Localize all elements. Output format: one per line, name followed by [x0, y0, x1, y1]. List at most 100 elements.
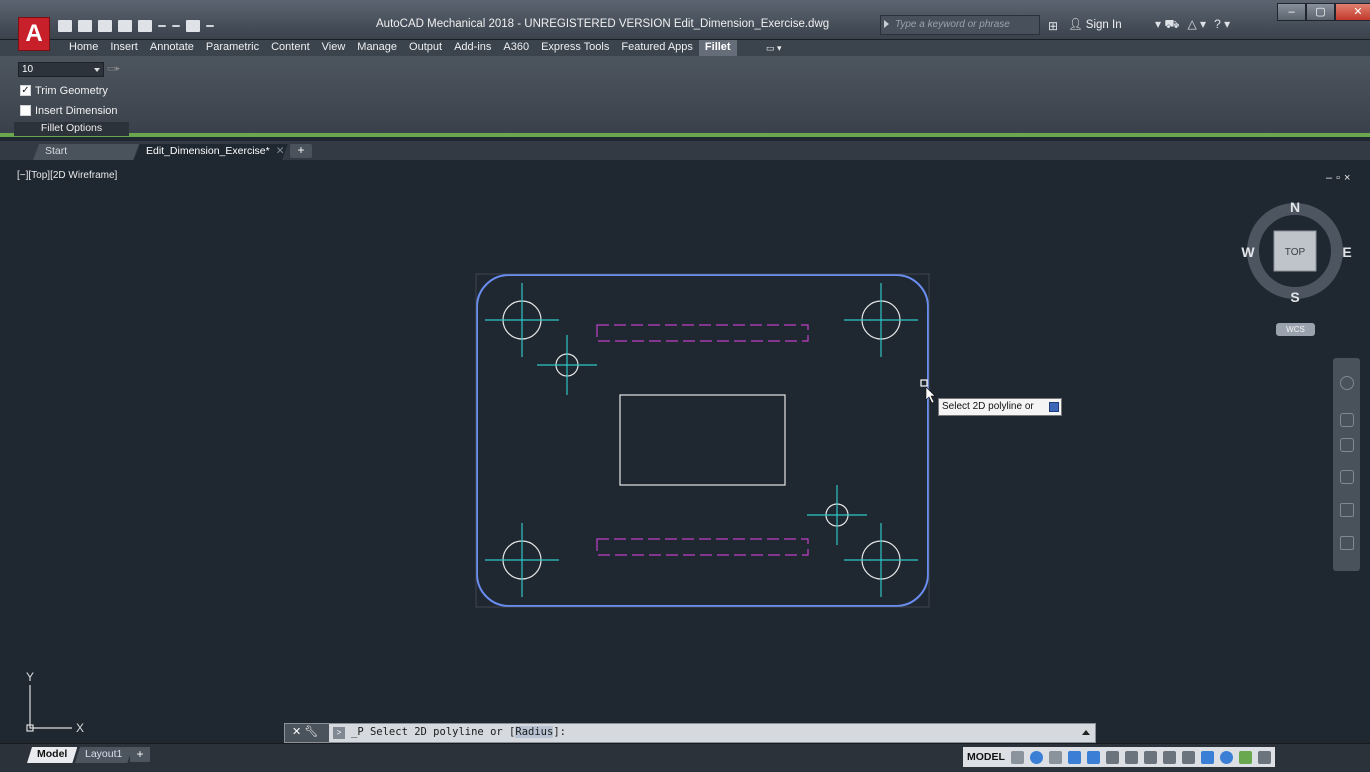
- compass-east[interactable]: E: [1342, 244, 1351, 260]
- tab-model[interactable]: Model: [27, 747, 77, 763]
- undo-icon[interactable]: [158, 25, 166, 27]
- binoculars-icon[interactable]: ⊞: [1048, 19, 1058, 33]
- command-line[interactable]: ✕ 🔧︎ > _P Select 2D polyline or [Radius]…: [284, 723, 1096, 743]
- application-menu-button[interactable]: A: [18, 17, 50, 51]
- snap-icon[interactable]: [1029, 750, 1043, 764]
- tab-express-tools[interactable]: Express Tools: [535, 40, 615, 56]
- insert-dimension-checkbox[interactable]: [20, 105, 31, 116]
- redo-icon[interactable]: [172, 25, 180, 27]
- search-input[interactable]: Type a keyword or phrase: [880, 15, 1040, 35]
- polar-tracking-icon[interactable]: [1067, 750, 1081, 764]
- tooltip-options-button[interactable]: [1049, 402, 1059, 412]
- grid-icon[interactable]: [1010, 750, 1024, 764]
- window-title: AutoCAD Mechanical 2018 - UNREGISTERED V…: [376, 18, 830, 30]
- tab-layout1[interactable]: Layout1: [75, 747, 132, 763]
- tab-start[interactable]: Start: [33, 144, 139, 160]
- close-icon[interactable]: ✕: [276, 145, 285, 157]
- close-icon[interactable]: ✕: [292, 726, 301, 738]
- help-icon[interactable]: ? ▾: [1214, 17, 1230, 33]
- trim-geometry-option[interactable]: ✓ Trim Geometry: [20, 83, 108, 98]
- chevron-down-icon: [94, 68, 100, 72]
- tab-a360[interactable]: A360: [497, 40, 535, 56]
- workspace-icon[interactable]: [186, 20, 200, 32]
- autocad-window: AutoCAD Mechanical 2018 - UNREGISTERED V…: [0, 0, 1370, 772]
- new-file-icon[interactable]: [58, 20, 72, 32]
- title-tools: ▾ ⛟ △ ▾ ? ▾: [1155, 17, 1230, 33]
- quick-properties-icon[interactable]: [1181, 750, 1195, 764]
- minimize-button[interactable]: –: [1277, 3, 1306, 21]
- radius-options-icon[interactable]: ▭▸: [107, 63, 120, 74]
- steering-wheel-icon[interactable]: [1340, 376, 1354, 390]
- tab-output[interactable]: Output: [403, 40, 448, 56]
- close-button[interactable]: ✕: [1335, 3, 1370, 21]
- customize-icon[interactable]: 🔧︎: [304, 726, 318, 738]
- open-file-icon[interactable]: [78, 20, 92, 32]
- tab-annotate[interactable]: Annotate: [144, 40, 200, 56]
- a360-icon[interactable]: △ ▾: [1187, 17, 1206, 33]
- workspace-switch-icon[interactable]: [1124, 750, 1138, 764]
- viewcube[interactable]: TOP N S E W: [1235, 194, 1355, 314]
- command-line-controls: ✕ 🔧︎: [285, 724, 329, 742]
- customize-qat-icon[interactable]: [206, 25, 214, 27]
- radius-value: 10: [22, 64, 34, 75]
- insert-dimension-label: Insert Dimension: [35, 104, 118, 117]
- status-tools: MODEL: [963, 747, 1275, 767]
- search-expand-icon[interactable]: [884, 20, 889, 28]
- orbit-icon[interactable]: [1340, 470, 1354, 484]
- ortho-icon[interactable]: [1048, 750, 1062, 764]
- compass-south[interactable]: S: [1290, 289, 1299, 305]
- tab-insert[interactable]: Insert: [104, 40, 144, 56]
- save-as-icon[interactable]: [118, 20, 132, 32]
- units-icon[interactable]: [1162, 750, 1176, 764]
- new-layout-button[interactable]: +: [130, 747, 150, 762]
- viewport-controls-label[interactable]: [−][Top][2D Wireframe]: [17, 170, 117, 181]
- model-space-button[interactable]: MODEL: [967, 751, 1005, 763]
- command-history-icon[interactable]: [1082, 730, 1090, 735]
- tab-drawing[interactable]: Edit_Dimension_Exercise* ✕: [134, 144, 288, 160]
- radius-dropdown[interactable]: 10: [18, 62, 104, 77]
- tab-content[interactable]: Content: [265, 40, 316, 56]
- drawing-viewport[interactable]: [10, 163, 1364, 741]
- isolate-objects-icon[interactable]: [1200, 750, 1214, 764]
- tab-home[interactable]: Home: [63, 40, 104, 56]
- hardware-acceleration-icon[interactable]: [1219, 750, 1233, 764]
- annotation-scale-icon[interactable]: [1105, 750, 1119, 764]
- title-bar: AutoCAD Mechanical 2018 - UNREGISTERED V…: [0, 0, 1370, 40]
- zoom-icon[interactable]: [1340, 438, 1354, 452]
- clean-screen-icon[interactable]: [1238, 750, 1252, 764]
- compass-north[interactable]: N: [1290, 199, 1300, 215]
- command-suffix: ]:: [553, 726, 566, 738]
- dynamic-input-tooltip: Select 2D polyline or: [938, 398, 1062, 416]
- trim-geometry-checkbox[interactable]: ✓: [20, 85, 31, 96]
- fillet-options-panel: 10 ▭▸ ✓ Trim Geometry Insert Dimension F…: [14, 58, 129, 136]
- tab-parametric[interactable]: Parametric: [200, 40, 265, 56]
- tab-manage[interactable]: Manage: [351, 40, 403, 56]
- customization-menu-icon[interactable]: [1257, 750, 1271, 764]
- new-drawing-tab-button[interactable]: +: [290, 144, 312, 158]
- viewport-window-controls[interactable]: –▫×: [1326, 172, 1354, 184]
- trim-geometry-label: Trim Geometry: [35, 84, 108, 97]
- ribbon-display-options-icon[interactable]: ▭ ▾: [766, 43, 786, 53]
- compass-west[interactable]: W: [1241, 244, 1255, 260]
- tab-featured-apps[interactable]: Featured Apps: [615, 40, 699, 56]
- cart-icon[interactable]: ▾ ⛟: [1155, 17, 1179, 33]
- wcs-menu-button[interactable]: WCS: [1276, 323, 1315, 336]
- sign-in-button[interactable]: 👤︎ Sign In: [1068, 17, 1122, 31]
- command-option-radius[interactable]: Radius: [515, 726, 554, 738]
- panel-title: Fillet Options: [14, 122, 129, 136]
- tab-add-ins[interactable]: Add-ins: [448, 40, 497, 56]
- showmotion-icon[interactable]: [1340, 503, 1354, 517]
- command-prompt-icon[interactable]: >: [333, 727, 345, 739]
- tab-view[interactable]: View: [316, 40, 352, 56]
- pan-icon[interactable]: [1340, 413, 1354, 427]
- annotation-monitor-icon[interactable]: [1143, 750, 1157, 764]
- tab-fillet[interactable]: Fillet: [698, 40, 737, 56]
- navigation-bar: [1333, 358, 1360, 571]
- save-icon[interactable]: [98, 20, 112, 32]
- maximize-button[interactable]: ▢: [1306, 3, 1335, 21]
- osnap-icon[interactable]: [1086, 750, 1100, 764]
- user-icon: 👤︎: [1068, 19, 1086, 31]
- plot-icon[interactable]: [138, 20, 152, 32]
- insert-dimension-option[interactable]: Insert Dimension: [20, 103, 118, 118]
- nav-bar-options-icon[interactable]: [1340, 536, 1354, 550]
